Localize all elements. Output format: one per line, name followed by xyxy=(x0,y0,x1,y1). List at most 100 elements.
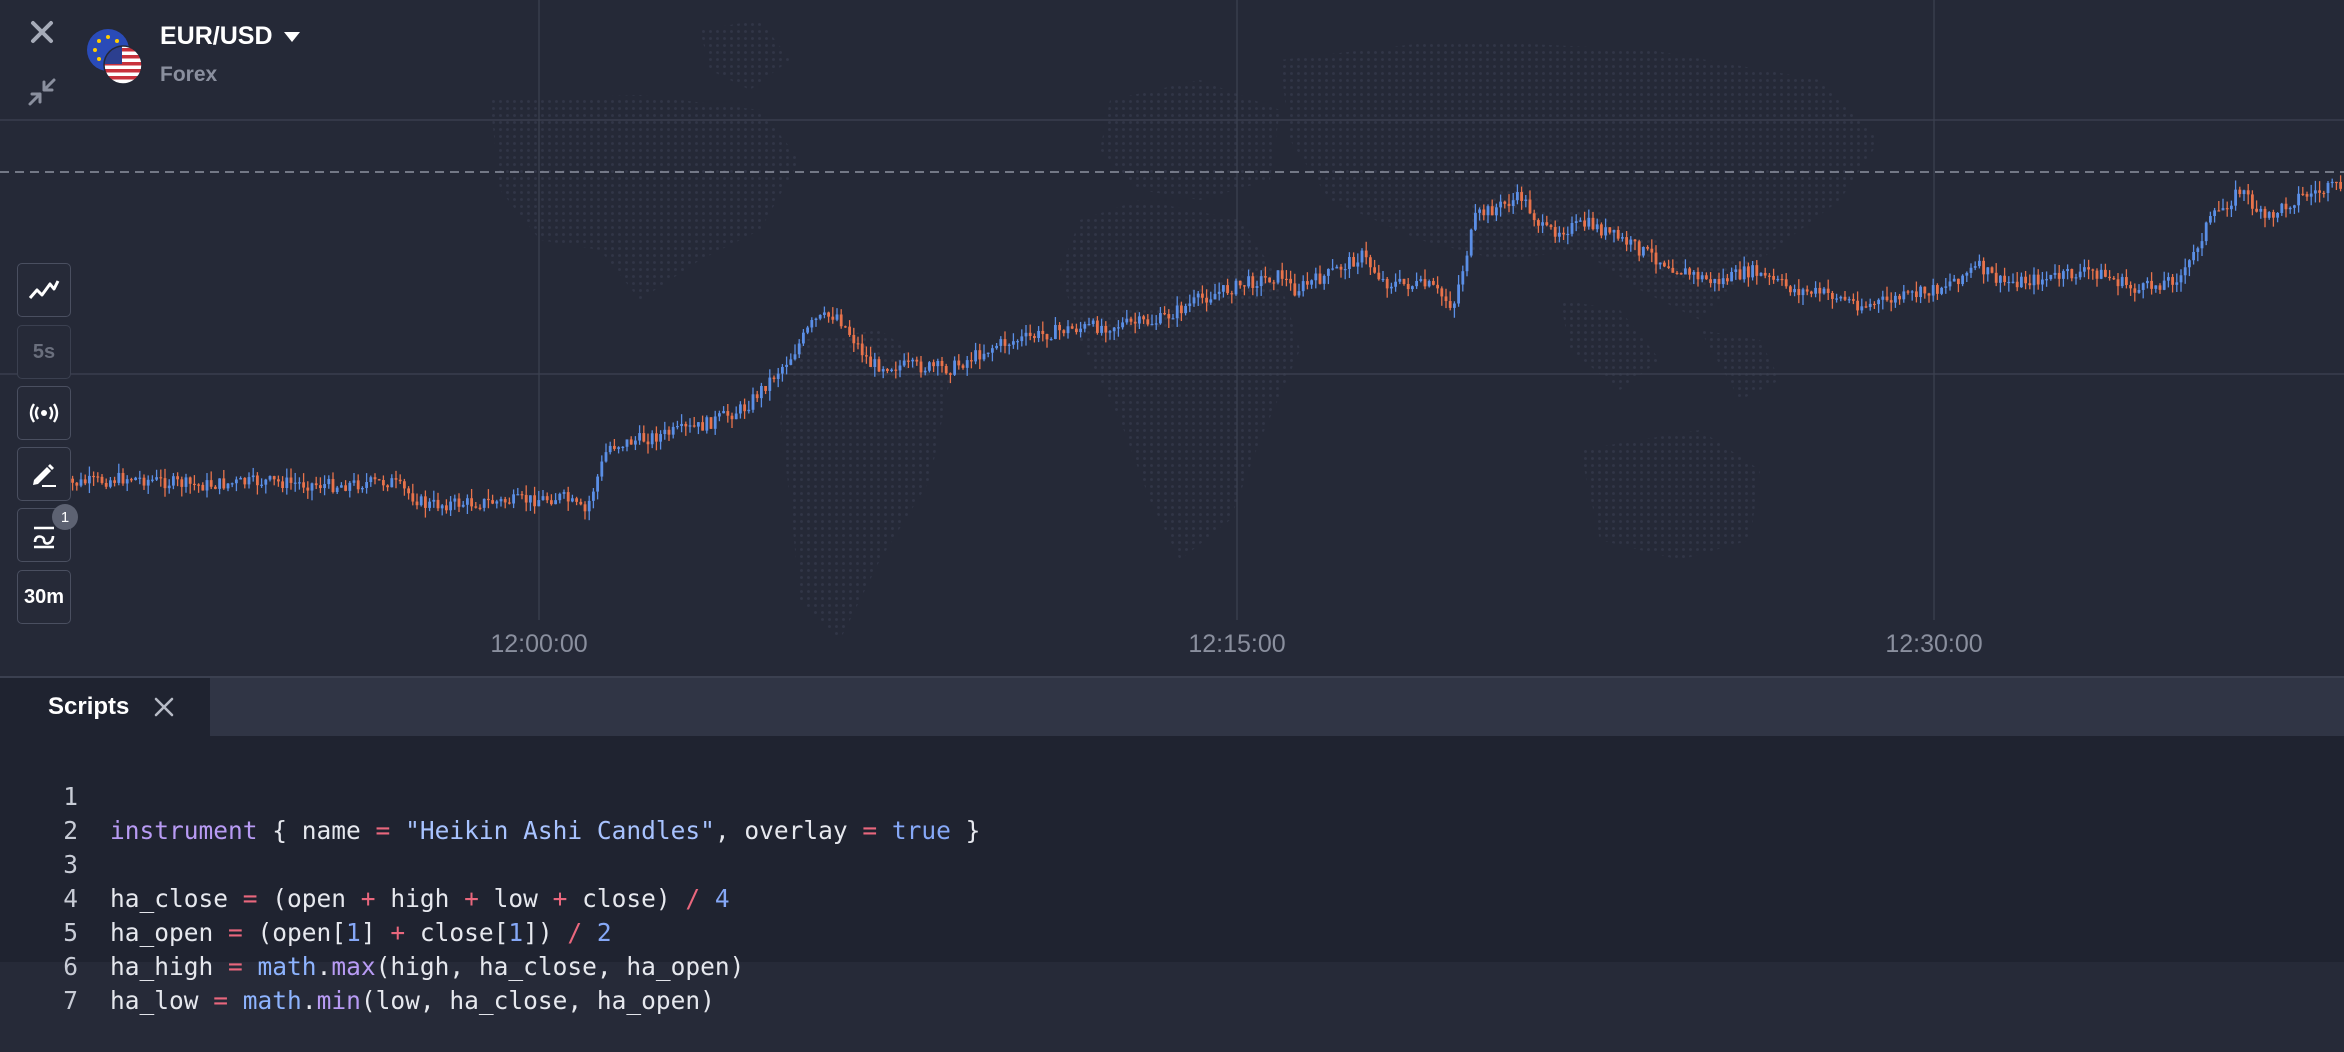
candle-body xyxy=(1608,227,1612,233)
candle-body xyxy=(491,500,494,504)
world-map-background xyxy=(490,20,1880,640)
candle-body xyxy=(650,433,654,445)
candle-body xyxy=(760,386,763,399)
candle-body xyxy=(1490,206,1494,216)
candle-body xyxy=(487,498,490,501)
candle-body xyxy=(936,360,940,367)
candle-body xyxy=(453,498,457,502)
candle-body xyxy=(1268,277,1271,283)
candle-body xyxy=(1982,260,1985,275)
pencil-icon xyxy=(33,464,56,487)
candle-body xyxy=(1738,269,1742,280)
candle-body xyxy=(1465,255,1469,272)
candle-body xyxy=(1822,288,1826,294)
candle-body xyxy=(1860,306,1864,311)
candle-body xyxy=(2141,283,2145,290)
candle-body xyxy=(1272,282,1276,284)
collapse-chart-button[interactable] xyxy=(22,72,62,112)
candle-body xyxy=(184,477,188,487)
candle-body xyxy=(755,394,759,399)
candle-body xyxy=(1835,298,1838,300)
candle-body xyxy=(2125,277,2128,285)
candle-body xyxy=(1310,280,1313,285)
candle-body xyxy=(571,498,574,502)
tab-close-button[interactable] xyxy=(153,696,175,718)
candle-body xyxy=(634,440,637,445)
candle-body xyxy=(1948,281,1952,287)
candle-body xyxy=(512,494,515,504)
candle-body xyxy=(579,501,583,505)
candle-body xyxy=(1730,271,1733,282)
candle-body xyxy=(1436,284,1439,289)
candle-body xyxy=(802,332,805,344)
candle-body xyxy=(1637,241,1641,256)
candle-body xyxy=(592,491,595,501)
candle-body xyxy=(2036,274,2040,285)
interval-button[interactable]: 5s xyxy=(17,325,71,379)
candle-body xyxy=(159,477,163,479)
tab-scripts[interactable]: Scripts xyxy=(0,678,210,736)
time-axis-label: 12:00:00 xyxy=(490,630,588,658)
candle-body xyxy=(1478,209,1481,213)
candle-body xyxy=(734,413,738,420)
candle-body xyxy=(151,479,154,481)
candle-body xyxy=(1999,275,2002,283)
candle-body xyxy=(1373,267,1376,273)
candle-body xyxy=(1020,336,1024,342)
candle-body xyxy=(125,479,129,484)
chart-type-button[interactable] xyxy=(17,263,71,317)
candle-body xyxy=(1906,291,1910,293)
candle-body xyxy=(869,356,872,367)
candle-body xyxy=(2204,222,2208,242)
candle-body xyxy=(621,446,625,448)
candle-body xyxy=(982,353,986,360)
candle-body xyxy=(730,415,734,420)
candle-body xyxy=(1877,299,1880,305)
candle-body xyxy=(781,366,784,374)
close-chart-button[interactable] xyxy=(22,12,62,52)
candle-body xyxy=(1831,293,1834,299)
candle-body xyxy=(2192,251,2195,261)
candle-body xyxy=(940,360,944,367)
price-chart[interactable] xyxy=(0,0,2344,676)
candle-body xyxy=(671,426,675,435)
chart-area[interactable]: EUR/USD Forex 5s 1 30m 12:00:00 12:15:00… xyxy=(0,0,2344,676)
candle-body xyxy=(986,352,990,354)
timeframe-button[interactable]: 30m xyxy=(17,570,71,624)
candle-body xyxy=(235,479,238,484)
candle-body xyxy=(1713,278,1717,284)
drawing-tools-button[interactable] xyxy=(17,447,71,501)
candle-body xyxy=(646,441,650,445)
candle-body xyxy=(1537,220,1540,226)
candle-body xyxy=(1532,213,1536,221)
candle-body xyxy=(772,377,776,379)
candle-body xyxy=(944,366,948,374)
candle-body xyxy=(520,494,524,496)
candle-body xyxy=(1398,278,1402,282)
candle-body xyxy=(881,369,885,372)
asset-name: EUR/USD xyxy=(160,22,273,50)
candle-body xyxy=(1545,222,1549,226)
candle-body xyxy=(2238,189,2242,195)
candle-body xyxy=(1679,273,1683,275)
candle-body xyxy=(600,461,604,477)
live-signals-button[interactable] xyxy=(17,386,71,440)
candle-body xyxy=(1423,279,1427,287)
candle-body xyxy=(953,360,956,375)
candle-body xyxy=(461,504,465,507)
asset-selector[interactable]: EUR/USD xyxy=(160,22,301,51)
candle-body xyxy=(2179,275,2183,283)
candle-body xyxy=(2053,272,2057,275)
candle-body xyxy=(352,480,356,483)
scripts-panel: Scripts 1 instrument { name = "Heikin As… xyxy=(0,678,2344,1015)
candle-body xyxy=(1129,318,1133,322)
candle-body xyxy=(1684,268,1687,275)
candle-body xyxy=(1541,222,1544,226)
code-editor[interactable]: 1 instrument { name = "Heikin Ashi Candl… xyxy=(0,746,980,1015)
candle-body xyxy=(545,496,549,501)
candle-body xyxy=(932,362,935,367)
candle-body xyxy=(1919,286,1922,298)
candle-body xyxy=(2305,194,2309,197)
candle-body xyxy=(243,477,247,485)
candle-body xyxy=(743,404,746,412)
